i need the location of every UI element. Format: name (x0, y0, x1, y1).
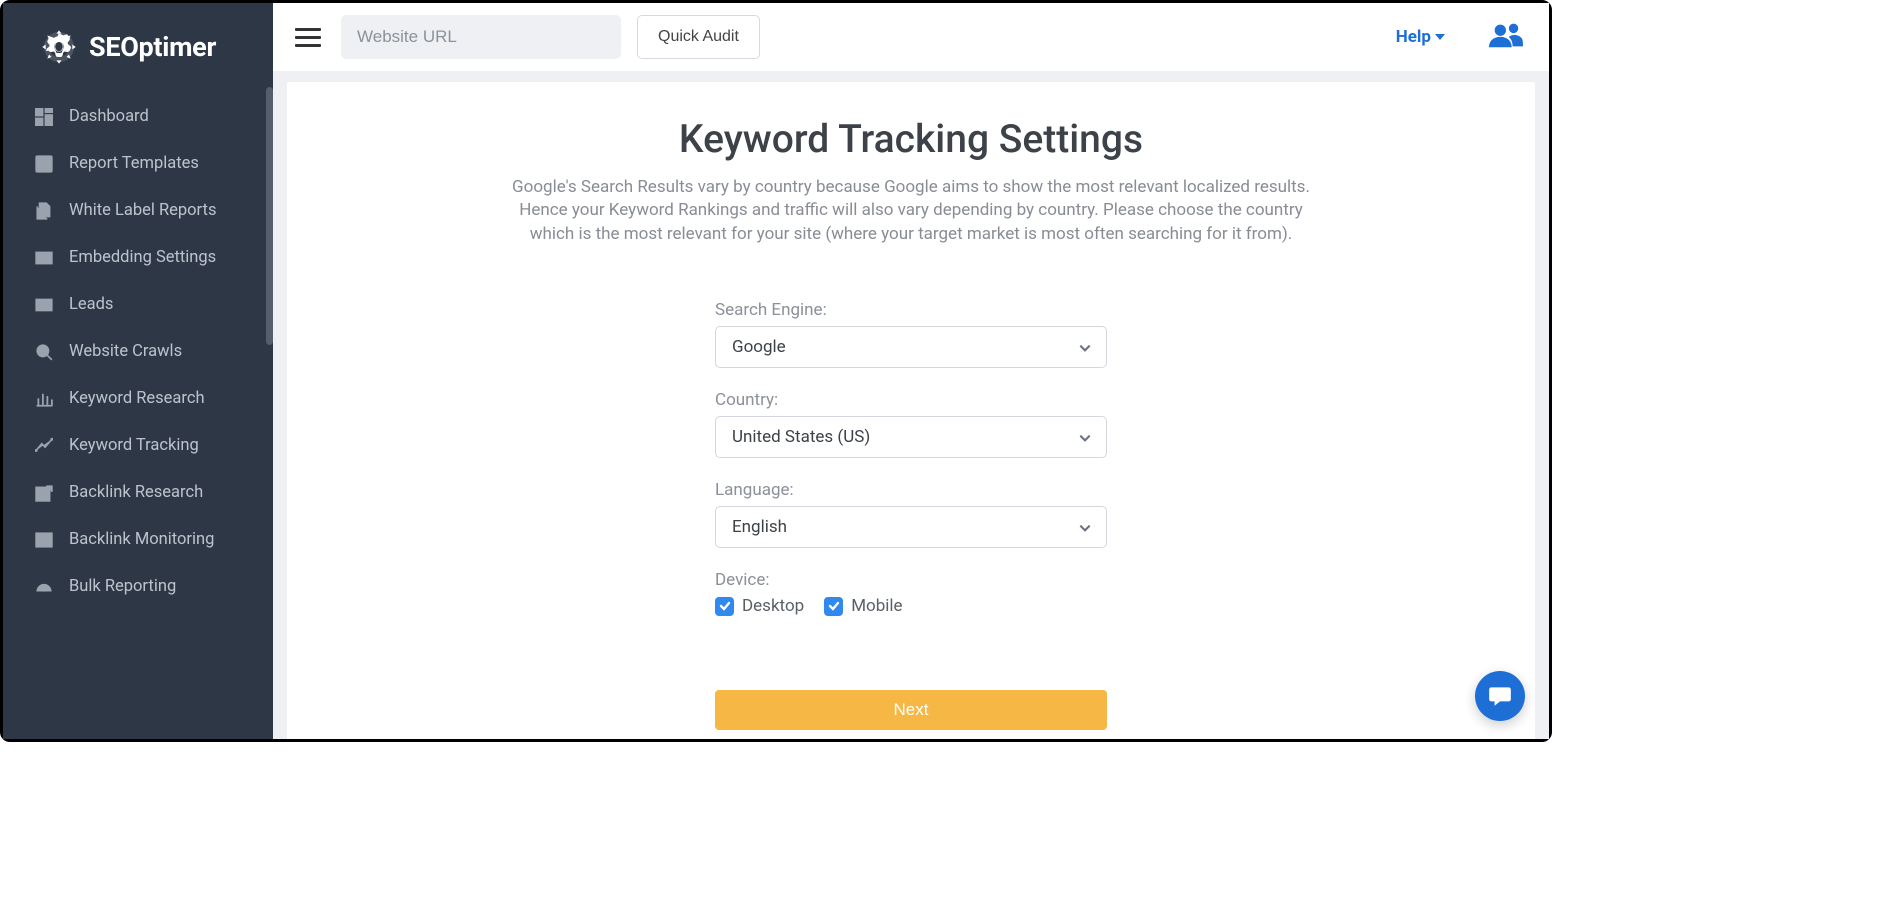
language-select[interactable]: English (715, 506, 1107, 548)
country-value: United States (US) (732, 427, 870, 447)
sidebar-item-report-templates[interactable]: Report Templates (3, 140, 273, 187)
main-region: Quick Audit Help Keyword Tracking Settin… (273, 3, 1549, 739)
edit-icon (35, 155, 53, 173)
sidebar-item-label: Embedding Settings (69, 248, 216, 267)
embed-icon (35, 249, 53, 267)
website-url-input[interactable] (341, 15, 621, 59)
sidebar-item-embedding-settings[interactable]: Embedding Settings (3, 234, 273, 281)
sidebar-item-label: Dashboard (69, 107, 149, 126)
device-desktop-label: Desktop (742, 596, 804, 616)
sidebar-item-label: Leads (69, 295, 113, 314)
checkbox-checked-icon (715, 597, 734, 616)
settings-card: Keyword Tracking Settings Google's Searc… (287, 82, 1535, 739)
topbar: Quick Audit Help (273, 3, 1549, 72)
bar-chart-icon (35, 390, 53, 408)
search-engine-select[interactable]: Google (715, 326, 1107, 368)
dashboard-icon (35, 108, 53, 126)
external-link-icon (35, 484, 53, 502)
users-icon[interactable] (1489, 21, 1523, 53)
sidebar-item-label: White Label Reports (69, 201, 216, 220)
sidebar-item-dashboard[interactable]: Dashboard (3, 93, 273, 140)
help-label: Help (1396, 27, 1431, 47)
sidebar-item-website-crawls[interactable]: Website Crawls (3, 328, 273, 375)
sidebar-item-label: Backlink Research (69, 483, 203, 502)
sidebar-item-leads[interactable]: Leads (3, 281, 273, 328)
country-select[interactable]: United States (US) (715, 416, 1107, 458)
brand-name: SEOptimer (89, 31, 216, 63)
search-engine-label: Search Engine: (715, 300, 1107, 320)
trend-icon (35, 437, 53, 455)
gauge-icon (35, 578, 53, 596)
next-button[interactable]: Next (715, 690, 1107, 730)
brand-logo[interactable]: SEOptimer (3, 3, 273, 93)
sidebar: SEOptimer Dashboard Report Templates Whi… (3, 3, 273, 739)
menu-toggle-icon[interactable] (295, 24, 325, 51)
files-icon (35, 202, 53, 220)
sidebar-item-keyword-tracking[interactable]: Keyword Tracking (3, 422, 273, 469)
sidebar-item-label: Backlink Monitoring (69, 530, 214, 549)
device-desktop-checkbox[interactable]: Desktop (715, 596, 804, 616)
content-scroll[interactable]: Keyword Tracking Settings Google's Searc… (273, 72, 1549, 739)
chevron-down-icon (1078, 520, 1092, 534)
language-value: English (732, 517, 787, 537)
sidebar-item-keyword-research[interactable]: Keyword Research (3, 375, 273, 422)
brand-logo-icon (39, 27, 79, 67)
line-chart-icon (35, 531, 53, 549)
chat-launcher-icon[interactable] (1475, 671, 1525, 721)
caret-down-icon (1435, 34, 1445, 40)
sidebar-item-label: Report Templates (69, 154, 199, 173)
sidebar-item-white-label-reports[interactable]: White Label Reports (3, 187, 273, 234)
checkbox-checked-icon (824, 597, 843, 616)
sidebar-item-label: Keyword Research (69, 389, 205, 408)
quick-audit-button[interactable]: Quick Audit (637, 15, 760, 59)
search-engine-value: Google (732, 337, 786, 357)
language-label: Language: (715, 480, 1107, 500)
device-mobile-label: Mobile (851, 596, 902, 616)
sidebar-item-label: Website Crawls (69, 342, 182, 361)
page-title: Keyword Tracking Settings (327, 116, 1495, 162)
settings-form: Search Engine: Google Country: United St… (715, 300, 1107, 730)
sidebar-item-bulk-reporting[interactable]: Bulk Reporting (3, 563, 273, 610)
sidebar-scrollbar[interactable] (266, 87, 273, 345)
chevron-down-icon (1078, 430, 1092, 444)
sidebar-nav: Dashboard Report Templates White Label R… (3, 93, 273, 610)
sidebar-item-label: Bulk Reporting (69, 577, 176, 596)
device-mobile-checkbox[interactable]: Mobile (824, 596, 902, 616)
sidebar-item-backlink-research[interactable]: Backlink Research (3, 469, 273, 516)
chevron-down-icon (1078, 340, 1092, 354)
mail-icon (35, 296, 53, 314)
help-dropdown[interactable]: Help (1396, 27, 1445, 47)
country-label: Country: (715, 390, 1107, 410)
search-icon (35, 343, 53, 361)
sidebar-item-backlink-monitoring[interactable]: Backlink Monitoring (3, 516, 273, 563)
device-label: Device: (715, 570, 1107, 590)
page-description: Google's Search Results vary by country … (501, 176, 1321, 246)
sidebar-item-label: Keyword Tracking (69, 436, 199, 455)
